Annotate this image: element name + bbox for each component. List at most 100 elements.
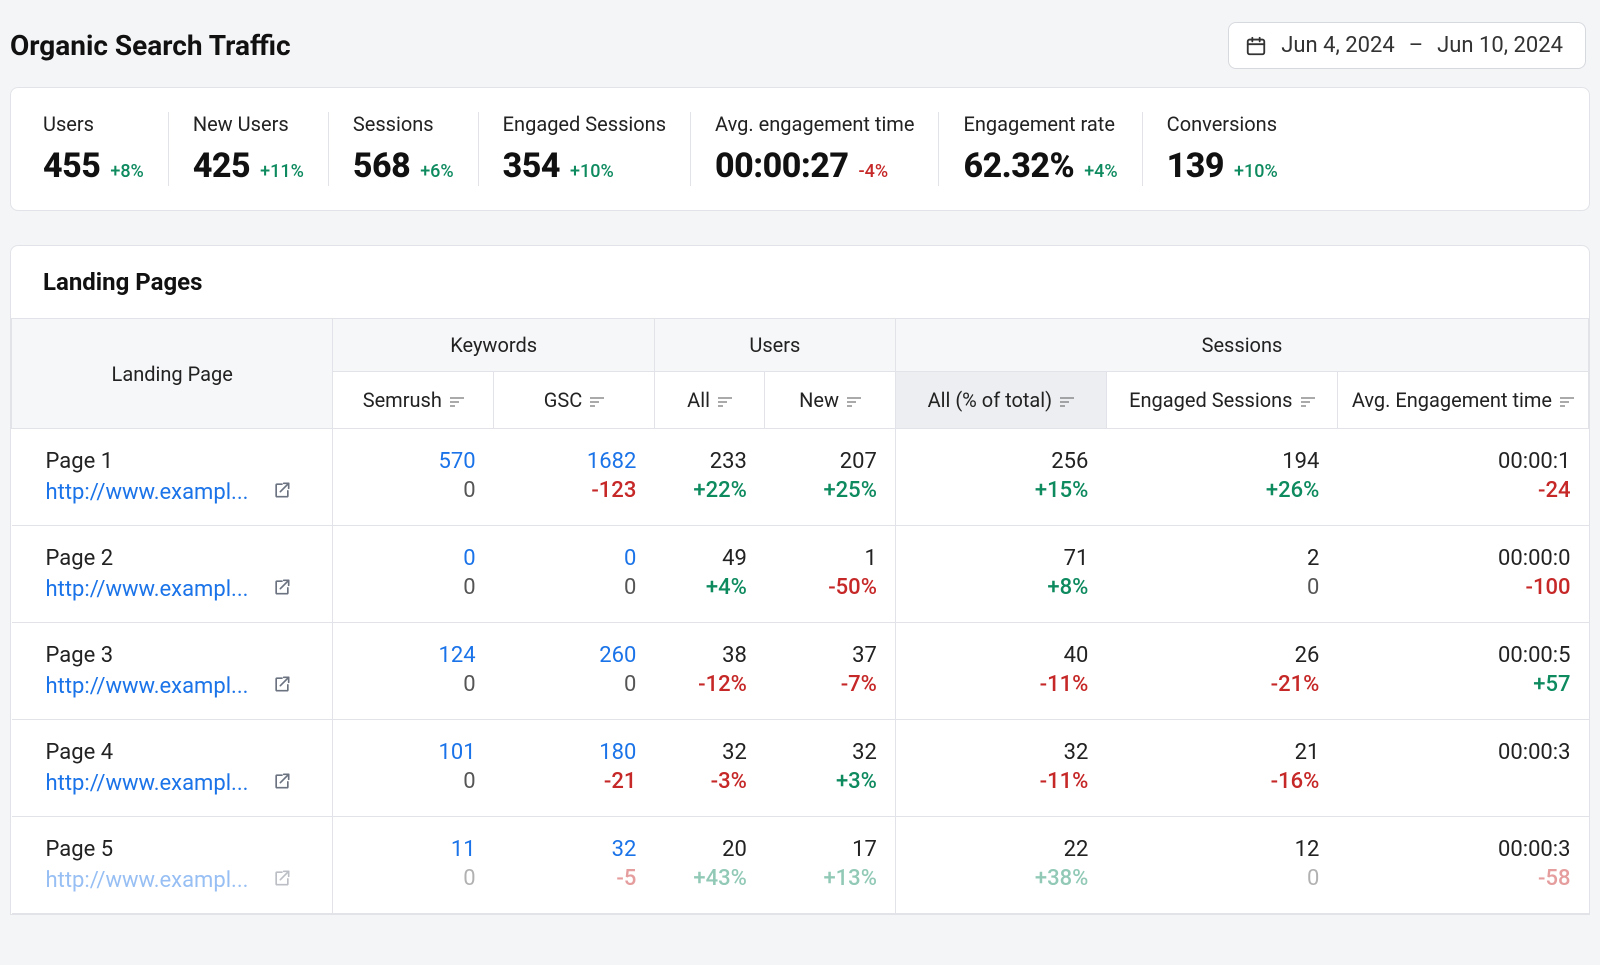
sort-icon — [847, 396, 861, 408]
date-range-picker[interactable]: Jun 4, 2024 – Jun 10, 2024 — [1228, 22, 1586, 69]
cell-subvalue: 0 — [1124, 866, 1319, 891]
col-header-gsc[interactable]: GSC — [494, 372, 655, 429]
stat-label: Engaged Sessions — [503, 112, 666, 136]
cell-engaged-sessions: 12 0 — [1106, 817, 1337, 914]
col-header-avg-engagement-time[interactable]: Avg. Engagement time — [1337, 372, 1588, 429]
date-separator: – — [1409, 33, 1423, 58]
cell-subvalue: -16% — [1124, 769, 1319, 794]
page-name: Page 2 — [46, 546, 315, 571]
cell-value[interactable]: 101 — [351, 740, 475, 765]
stat-users[interactable]: Users 455 +8% — [39, 112, 168, 186]
stat-delta: +6% — [420, 161, 453, 182]
cell-sessions-all: 256 +15% — [895, 429, 1106, 526]
stat-label: Users — [43, 112, 144, 136]
col-group-keywords: Keywords — [333, 319, 654, 372]
cell-subvalue: -11% — [914, 769, 1088, 794]
stat-conversions[interactable]: Conversions 139 +10% — [1142, 112, 1302, 186]
stat-new-users[interactable]: New Users 425 +11% — [168, 112, 328, 186]
cell-users-all: 38 -12% — [654, 623, 764, 720]
stat-avg-engagement-time[interactable]: Avg. engagement time 00:00:27 -4% — [690, 112, 938, 186]
cell-subvalue: -58 — [1355, 866, 1570, 891]
external-link-icon[interactable] — [272, 480, 292, 505]
page-url-link[interactable]: http://www.exampl... — [46, 674, 249, 699]
cell-value: 17 — [783, 837, 877, 862]
page-url-link[interactable]: http://www.exampl... — [46, 480, 249, 505]
cell-subvalue: +3% — [783, 769, 877, 794]
cell-avg-engagement-time: 00:00:5 +57 — [1337, 623, 1588, 720]
page-url-link[interactable]: http://www.exampl... — [46, 868, 249, 893]
cell-value: 00:00:1 — [1355, 449, 1570, 474]
stat-delta: +10% — [1234, 161, 1278, 182]
cell-value[interactable]: 32 — [512, 837, 637, 862]
cell-users-new: 37 -7% — [765, 623, 896, 720]
col-header-engaged-sessions[interactable]: Engaged Sessions — [1106, 372, 1337, 429]
cell-value[interactable]: 124 — [351, 643, 475, 668]
external-link-icon[interactable] — [272, 577, 292, 602]
cell-users-all: 32 -3% — [654, 720, 764, 817]
cell-value: 207 — [783, 449, 877, 474]
cell-avg-engagement-time: 00:00:1 -24 — [1337, 429, 1588, 526]
external-link-icon[interactable] — [272, 771, 292, 796]
sort-icon — [450, 396, 464, 408]
cell-value: 2 — [1124, 546, 1319, 571]
cell-landing-page: Page 4 http://www.exampl... — [12, 720, 333, 817]
col-header-landing-page[interactable]: Landing Page — [12, 319, 333, 429]
cell-value: 71 — [914, 546, 1088, 571]
cell-landing-page: Page 2 http://www.exampl... — [12, 526, 333, 623]
cell-value: 40 — [914, 643, 1088, 668]
stat-delta: +11% — [260, 161, 304, 182]
cell-value[interactable]: 11 — [351, 837, 475, 862]
stat-sessions[interactable]: Sessions 568 +6% — [328, 112, 478, 186]
cell-avg-engagement-time: 00:00:3 -58 — [1337, 817, 1588, 914]
cell-subvalue: +13% — [783, 866, 877, 891]
sort-icon — [590, 396, 604, 408]
cell-value[interactable]: 0 — [512, 546, 637, 571]
cell-value[interactable]: 570 — [351, 449, 475, 474]
external-link-icon[interactable] — [272, 868, 292, 893]
sort-icon — [1560, 396, 1574, 408]
cell-value[interactable]: 0 — [351, 546, 475, 571]
cell-value: 00:00:3 — [1355, 740, 1570, 765]
table-row: Page 1 http://www.exampl... 570 0 1682 -… — [12, 429, 1589, 526]
page-url-link[interactable]: http://www.exampl... — [46, 577, 249, 602]
cell-value: 32 — [672, 740, 746, 765]
stat-engagement-rate[interactable]: Engagement rate 62.32% +4% — [938, 112, 1141, 186]
external-link-icon[interactable] — [272, 674, 292, 699]
cell-semrush: 570 0 — [333, 429, 494, 526]
cell-value: 20 — [672, 837, 746, 862]
cell-subvalue: 0 — [1124, 575, 1319, 600]
cell-sessions-all: 22 +38% — [895, 817, 1106, 914]
cell-subvalue: -50% — [783, 575, 877, 600]
col-group-sessions: Sessions — [895, 319, 1588, 372]
cell-semrush: 124 0 — [333, 623, 494, 720]
col-header-sessions-all[interactable]: All (% of total) — [895, 372, 1106, 429]
col-header-semrush[interactable]: Semrush — [333, 372, 494, 429]
cell-gsc: 260 0 — [494, 623, 655, 720]
stat-value: 455 — [43, 146, 100, 186]
table-row: Page 3 http://www.exampl... 124 0 260 0 … — [12, 623, 1589, 720]
cell-subvalue: 0 — [512, 575, 637, 600]
cell-value[interactable]: 180 — [512, 740, 637, 765]
cell-subvalue: +4% — [672, 575, 746, 600]
col-header-users-all[interactable]: All — [654, 372, 764, 429]
cell-value[interactable]: 260 — [512, 643, 637, 668]
stat-delta: +8% — [110, 161, 143, 182]
stat-label: Sessions — [353, 112, 454, 136]
landing-pages-table: Landing Page Keywords Users Sessions Sem… — [11, 318, 1589, 914]
cell-subvalue: -5 — [512, 866, 637, 891]
cell-value: 38 — [672, 643, 746, 668]
cell-subvalue: -3% — [672, 769, 746, 794]
cell-value[interactable]: 1682 — [512, 449, 637, 474]
cell-value: 233 — [672, 449, 746, 474]
page-url-link[interactable]: http://www.exampl... — [46, 771, 249, 796]
stat-label: Engagement rate — [963, 112, 1117, 136]
stat-engaged-sessions[interactable]: Engaged Sessions 354 +10% — [478, 112, 690, 186]
col-header-users-new[interactable]: New — [765, 372, 896, 429]
table-row: Page 2 http://www.exampl... 0 0 0 0 49 +… — [12, 526, 1589, 623]
page-title: Organic Search Traffic — [10, 29, 291, 62]
cell-users-new: 1 -50% — [765, 526, 896, 623]
cell-users-all: 233 +22% — [654, 429, 764, 526]
stat-value: 354 — [503, 146, 560, 186]
cell-subvalue: +26% — [1124, 478, 1319, 503]
cell-avg-engagement-time: 00:00:0 -100 — [1337, 526, 1588, 623]
